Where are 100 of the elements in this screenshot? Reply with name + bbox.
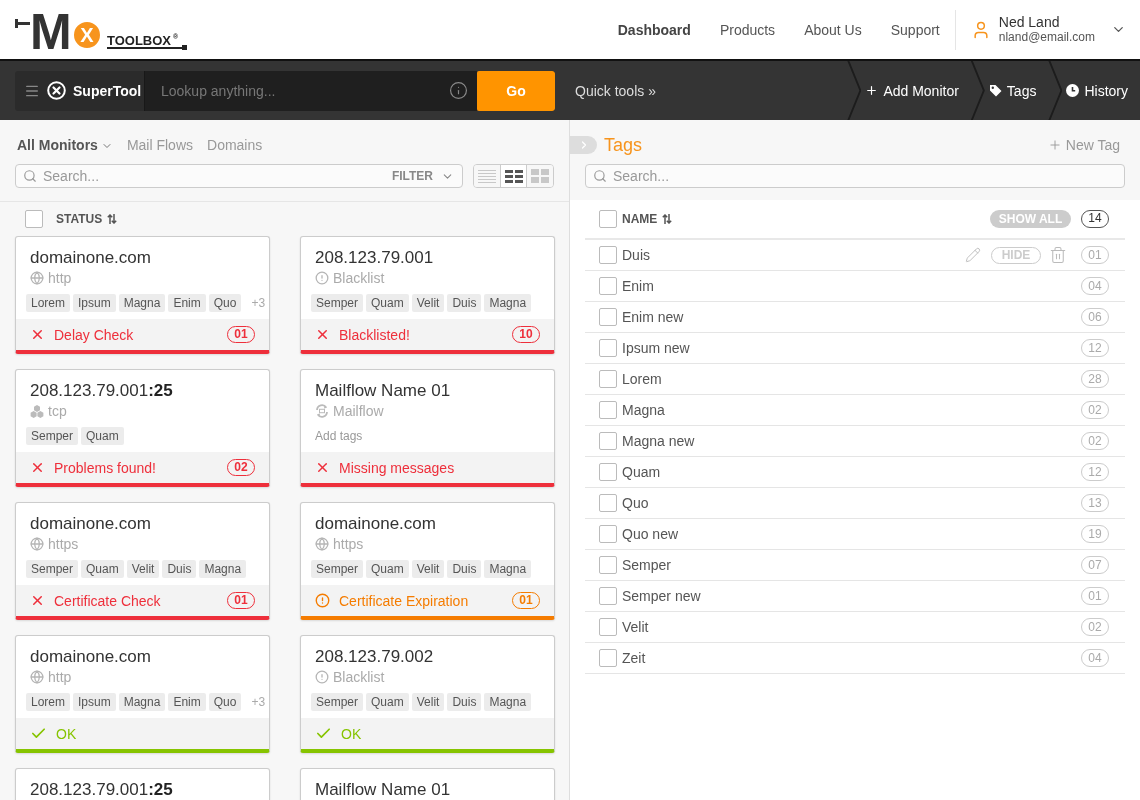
- status-sort-header[interactable]: STATUS: [56, 212, 118, 226]
- tag-chip: Magna: [484, 294, 532, 312]
- checkbox[interactable]: [599, 618, 617, 636]
- monitor-name: 208.123.79.002: [314, 646, 435, 668]
- search-icon: [23, 169, 37, 183]
- tag-chip: Lorem: [26, 294, 70, 312]
- monitor-name: domainone.com: [29, 646, 152, 668]
- tag-name: Velit: [622, 619, 649, 635]
- checkbox[interactable]: [599, 308, 617, 326]
- checkbox[interactable]: [599, 432, 617, 450]
- tag-name: Ipsum new: [622, 340, 690, 356]
- info-icon[interactable]: [449, 80, 468, 100]
- nav-link[interactable]: Support: [890, 21, 940, 38]
- tag-name: Enim: [622, 278, 654, 294]
- tag-chip: Quam: [81, 427, 124, 445]
- trash-icon[interactable]: [1049, 246, 1067, 264]
- plus-icon: [865, 84, 879, 97]
- tag-chip: Magna: [199, 560, 247, 578]
- tag-chip: Magna: [484, 560, 532, 578]
- tag-name: Semper new: [622, 588, 701, 604]
- monitor-type: https: [48, 536, 79, 552]
- monitor-card[interactable]: domainone.com http Lorem Ipsum Magna Enim Quo +3 Delay Check 01: [15, 236, 270, 354]
- toolbar-button[interactable]: Tags: [970, 61, 1049, 120]
- nav-link[interactable]: Dashboard: [617, 21, 691, 38]
- checkbox[interactable]: [599, 210, 617, 228]
- monitor-card[interactable]: Mailflow Name 01 Mailflow Add tags Missing messages: [300, 369, 555, 487]
- supertool-button[interactable]: SuperTool: [15, 70, 145, 111]
- monitor-card[interactable]: 208.123.79.001:25 tcp Semper Quam Problems found! 02: [15, 369, 270, 487]
- tag-name: Magna new: [622, 433, 695, 449]
- globe-icon: [30, 537, 44, 551]
- checkbox[interactable]: [599, 277, 617, 295]
- alert-icon: [315, 271, 329, 285]
- monitor-type: http: [48, 270, 72, 286]
- monitor-card[interactable]: 208.123.79.001:25: [15, 768, 270, 800]
- tag-chip: Velit: [411, 693, 445, 711]
- globe-icon: [30, 271, 44, 285]
- tag-name: Quo: [622, 495, 649, 511]
- cross-icon: [30, 460, 45, 475]
- monitor-card[interactable]: 208.123.79.001 Blacklist Semper Quam Velit Duis Magna Blacklisted! 10: [300, 236, 555, 354]
- checkbox[interactable]: [599, 525, 617, 543]
- tag-chip: Quam: [366, 693, 409, 711]
- monitor-card[interactable]: Mailflow Name 01: [300, 768, 555, 800]
- checkbox[interactable]: [599, 463, 617, 481]
- cross-icon: [30, 593, 45, 608]
- toolbar-button[interactable]: History: [1048, 61, 1140, 120]
- tag-name: Enim new: [622, 309, 684, 325]
- quick-tools-link[interactable]: Quick tools »: [575, 82, 656, 99]
- search-field[interactable]: Search...: [585, 164, 1125, 188]
- tag-icon: [988, 84, 1002, 97]
- status-text: Certificate Check: [54, 592, 161, 609]
- nav-link[interactable]: About Us: [804, 21, 862, 38]
- cross-icon: [30, 327, 45, 342]
- monitor-name: domainone.com: [29, 247, 152, 269]
- status-text: Problems found!: [54, 459, 156, 476]
- view-mode-button[interactable]: [499, 165, 527, 187]
- checkbox[interactable]: [599, 370, 617, 388]
- nav-link[interactable]: Products: [719, 21, 776, 38]
- monitor-type: http: [48, 669, 72, 685]
- status-text: Delay Check: [54, 326, 134, 343]
- tag-chip: Quo: [208, 294, 242, 312]
- checkbox[interactable]: [599, 494, 617, 512]
- monitor-name: 208.123.79.001:25: [29, 380, 174, 402]
- checkbox[interactable]: [599, 587, 617, 605]
- tag-name: Semper: [622, 557, 672, 573]
- toolbar-button[interactable]: Add Monitor: [847, 61, 971, 120]
- tag-name: Quo new: [622, 526, 679, 542]
- tag-chip: Quo: [208, 693, 242, 711]
- checkbox[interactable]: [599, 246, 617, 264]
- checkbox[interactable]: [599, 339, 617, 357]
- globe-icon: [315, 537, 329, 551]
- monitor-card[interactable]: 208.123.79.002 Blacklist Semper Quam Velit Duis Magna OK: [300, 635, 555, 753]
- filter-tab[interactable]: All Monitors: [17, 137, 113, 154]
- monitor-card[interactable]: domainone.com http Lorem Ipsum Magna Enim Quo +3 OK: [15, 635, 270, 753]
- tag-chip: Semper: [26, 427, 79, 445]
- tag-chip: Enim: [168, 693, 206, 711]
- user-name[interactable]: Ned Land: [998, 14, 1095, 30]
- monitor-type: Blacklist: [333, 669, 385, 685]
- monitor-card[interactable]: domainone.com https Semper Quam Velit Duis Magna Certificate Expiration 01: [300, 502, 555, 620]
- monitor-name: domainone.com: [29, 513, 152, 535]
- tag-chip: Duis: [447, 693, 482, 711]
- tag-chip: Lorem: [26, 693, 70, 711]
- panel-toggle-button[interactable]: [570, 136, 597, 154]
- lookup-field[interactable]: Lookup anything...: [145, 70, 477, 111]
- monitor-name: Mailflow Name 01: [314, 779, 452, 800]
- name-sort-header[interactable]: NAME: [622, 212, 673, 226]
- checkbox[interactable]: [599, 401, 617, 419]
- checkbox[interactable]: [25, 210, 43, 228]
- tag-chip: Semper: [311, 693, 364, 711]
- checkbox[interactable]: [599, 649, 617, 667]
- monitor-card[interactable]: domainone.com https Semper Quam Velit Duis Magna Certificate Check 01: [15, 502, 270, 620]
- tag-name: Duis: [622, 247, 650, 263]
- sort-icon: [662, 214, 673, 224]
- tag-name: Quam: [622, 464, 661, 480]
- pencil-icon[interactable]: [965, 247, 981, 263]
- monitor-name: Mailflow Name 01: [314, 380, 452, 402]
- tag-name: Zeit: [622, 650, 646, 666]
- user-email: nland@email.com: [998, 29, 1095, 45]
- checkbox[interactable]: [599, 556, 617, 574]
- x-circle-icon: [47, 81, 66, 100]
- monitor-type: tcp: [48, 403, 67, 419]
